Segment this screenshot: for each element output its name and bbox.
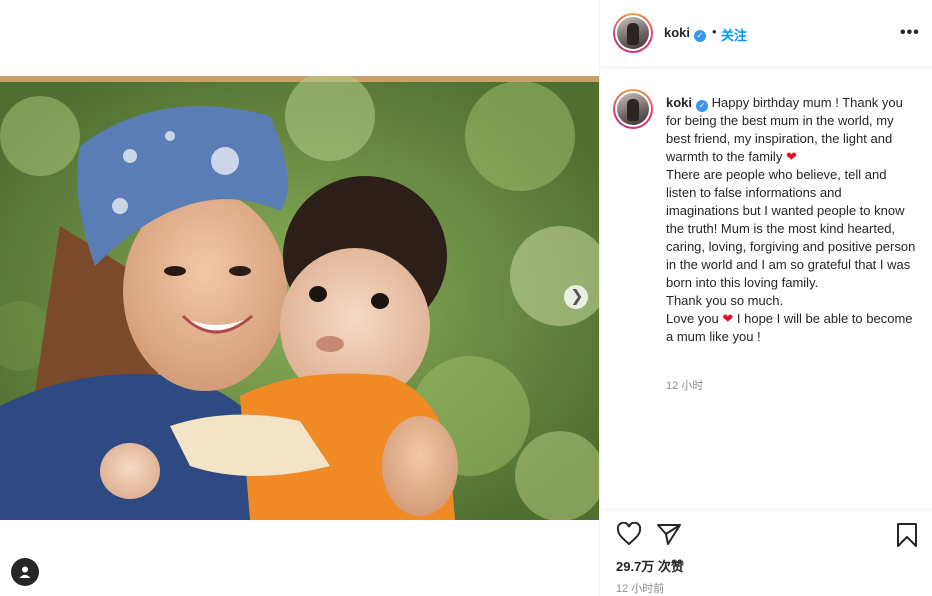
user-tag-button[interactable] [11,558,39,586]
heart-icon[interactable] [616,522,642,546]
more-options-icon[interactable]: ••• [900,24,920,42]
post-side-panel: koki ✓ • 关注 ••• koki ✓ Happy birthday mum … [599,0,932,596]
post-caption: koki ✓ Happy birthday mum ! Thank you for… [666,94,916,346]
bookmark-icon[interactable] [896,522,918,548]
like-count[interactable]: 29.7万 次赞 [616,556,684,575]
username-text[interactable]: koki [664,25,690,40]
next-photo-button[interactable]: ❯ [564,285,588,309]
post-timestamp[interactable]: 12 小时前 [616,580,664,596]
caption-timestamp[interactable]: 12 小时 [666,377,703,393]
paper-plane-icon[interactable] [656,522,682,546]
post-photo[interactable] [0,76,599,520]
verified-badge-icon: ✓ [694,29,707,42]
post-header: koki ✓ • 关注 ••• [600,0,932,68]
photo-illustration [0,76,599,520]
avatar[interactable] [613,13,653,53]
caption-avatar[interactable] [613,89,653,129]
separator-dot: • [712,24,717,39]
user-icon [19,566,31,578]
caption-line-2: There are people who believe, tell and l… [666,167,916,290]
follow-button[interactable]: 关注 [721,25,747,44]
caption-line-1: koki ✓ Happy birthday mum ! Thank you for… [666,94,916,166]
red-heart-emoji-icon: ❤ [785,149,797,164]
verified-badge-icon: ✓ [696,100,709,112]
post-actions: 29.7万 次赞 12 小时前 [600,509,932,596]
caption-username[interactable]: koki [666,95,692,110]
red-heart-emoji-icon: ❤ [722,311,734,326]
header-username[interactable]: koki ✓ [664,25,707,42]
caption-line-4: Love you ❤ I hope I will be able to beco… [666,310,916,346]
caption-text: Love you [666,311,723,326]
caption-line-3: Thank you so much. [666,293,784,308]
chevron-right-icon: ❯ [570,288,584,305]
post-media: ❯ [0,0,599,596]
